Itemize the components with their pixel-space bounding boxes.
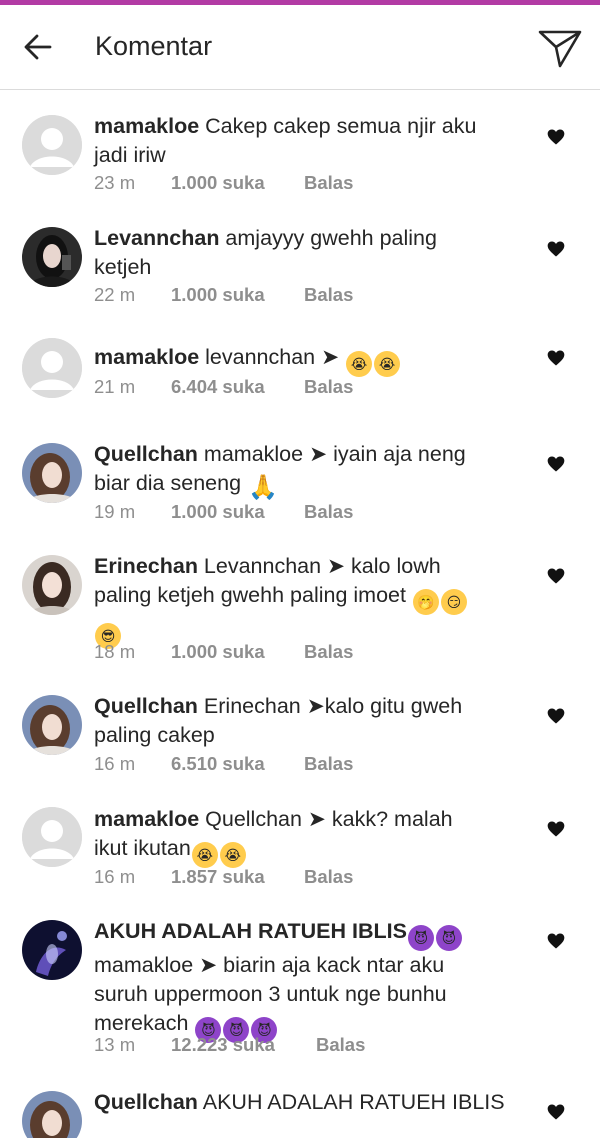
- comment-time: 18 m: [94, 641, 136, 662]
- smiling-devil-icon: 😈: [435, 925, 462, 951]
- comment-username[interactable]: Quellchan: [94, 694, 198, 718]
- comment-username[interactable]: AKUH ADALAH RATUEH IBLIS: [94, 919, 407, 943]
- comment-likes[interactable]: 6.510 suka: [171, 753, 265, 775]
- loudly-crying-face-icon: 😭: [191, 842, 218, 868]
- comment-text: Quellchan mamakloe ➤ iyain aja neng biar …: [94, 442, 466, 501]
- comment-likes[interactable]: 1.000 suka: [171, 641, 265, 663]
- comment-text: mamakloe levannchan ➤ 😭 😭: [94, 343, 514, 377]
- comment-time: 21 m: [94, 376, 136, 397]
- page-title: Komentar: [95, 31, 213, 61]
- avatar[interactable]: [22, 1091, 82, 1138]
- avatar[interactable]: [22, 920, 82, 980]
- heart-icon[interactable]: [546, 239, 566, 259]
- comment-text: AKUH ADALAH RATUEH IBLIS 😈 😈 mamakloe ➤ bia…: [94, 917, 514, 1043]
- heart-icon[interactable]: [546, 566, 566, 586]
- comment-time: 19 m: [94, 501, 136, 522]
- comment-list[interactable]: mamakloe Cakep cakep semua njir aku jadi …: [0, 90, 600, 1138]
- comment-text: Erinechan Levannchan ➤ kalo lowh paling k…: [94, 552, 514, 649]
- smiling-devil-icon: 😈: [407, 925, 434, 951]
- comment-text: Quellchan Erinechan ➤kalo gitu gweh palin…: [94, 694, 463, 747]
- avatar[interactable]: [22, 443, 82, 503]
- comment-username[interactable]: Levannchan: [94, 226, 219, 250]
- comment-text: Levannchan amjayyy gwehh paling ketjeh: [94, 226, 437, 279]
- heart-icon[interactable]: [546, 1102, 566, 1122]
- smirking-face-icon: 😏: [440, 589, 467, 615]
- comment-time: 16 m: [94, 866, 136, 887]
- heart-icon[interactable]: [546, 706, 566, 726]
- reply-button[interactable]: Balas: [304, 753, 353, 775]
- folded-hands-icon: 🙏: [248, 474, 278, 501]
- reply-button[interactable]: Balas: [304, 501, 353, 523]
- header: Komentar: [0, 5, 600, 90]
- comment-likes[interactable]: 1.857 suka: [171, 866, 265, 888]
- loudly-crying-face-icon: 😭: [346, 351, 373, 377]
- comment-time: 16 m: [94, 753, 136, 774]
- avatar[interactable]: [22, 807, 82, 867]
- comment-text: Quellchan AKUH ADALAH RATUEH IBLIS: [94, 1090, 505, 1114]
- comment-username[interactable]: Quellchan: [94, 442, 198, 466]
- arrow-left-icon: [24, 34, 52, 60]
- heart-icon[interactable]: [546, 931, 566, 951]
- avatar[interactable]: [22, 115, 82, 175]
- avatar[interactable]: [22, 695, 82, 755]
- back-button[interactable]: [18, 27, 58, 67]
- reply-button[interactable]: Balas: [304, 376, 353, 398]
- reply-button[interactable]: Balas: [304, 641, 353, 663]
- comment-text: mamakloe Cakep cakep semua njir aku jadi …: [94, 114, 477, 167]
- loudly-crying-face-icon: 😭: [374, 351, 401, 377]
- comment-username[interactable]: mamakloe: [94, 807, 199, 831]
- comment-likes[interactable]: 1.000 suka: [171, 284, 265, 306]
- comment-username[interactable]: Erinechan: [94, 554, 198, 578]
- comment-username[interactable]: mamakloe: [94, 345, 199, 369]
- comment-time: 23 m: [94, 172, 136, 193]
- avatar[interactable]: [22, 338, 82, 398]
- heart-icon[interactable]: [546, 819, 566, 839]
- comment-likes[interactable]: 6.404 suka: [171, 376, 265, 398]
- direct-message-button[interactable]: [536, 25, 584, 73]
- avatar[interactable]: [22, 227, 82, 287]
- heart-icon[interactable]: [546, 348, 566, 368]
- comment-text: mamakloe Quellchan ➤ kakk? malah ikut iku…: [94, 805, 514, 868]
- avatar[interactable]: [22, 555, 82, 615]
- reply-button[interactable]: Balas: [304, 284, 353, 306]
- face-with-hand-over-mouth-icon: 🤭: [412, 589, 439, 615]
- comment-likes[interactable]: 1.000 suka: [171, 501, 265, 523]
- comment-time: 13 m: [94, 1034, 136, 1055]
- comment-likes[interactable]: 1.000 suka: [171, 172, 265, 194]
- paper-plane-icon: [538, 30, 582, 68]
- comment-time: 22 m: [94, 284, 136, 305]
- comment-username[interactable]: Quellchan: [94, 1090, 198, 1114]
- comment-likes[interactable]: 12.223 suka: [171, 1034, 275, 1056]
- reply-button[interactable]: Balas: [316, 1034, 365, 1056]
- heart-icon[interactable]: [546, 454, 566, 474]
- reply-button[interactable]: Balas: [304, 866, 353, 888]
- reply-button[interactable]: Balas: [304, 172, 353, 194]
- heart-icon[interactable]: [546, 127, 566, 147]
- loudly-crying-face-icon: 😭: [219, 842, 246, 868]
- comment-username[interactable]: mamakloe: [94, 114, 199, 138]
